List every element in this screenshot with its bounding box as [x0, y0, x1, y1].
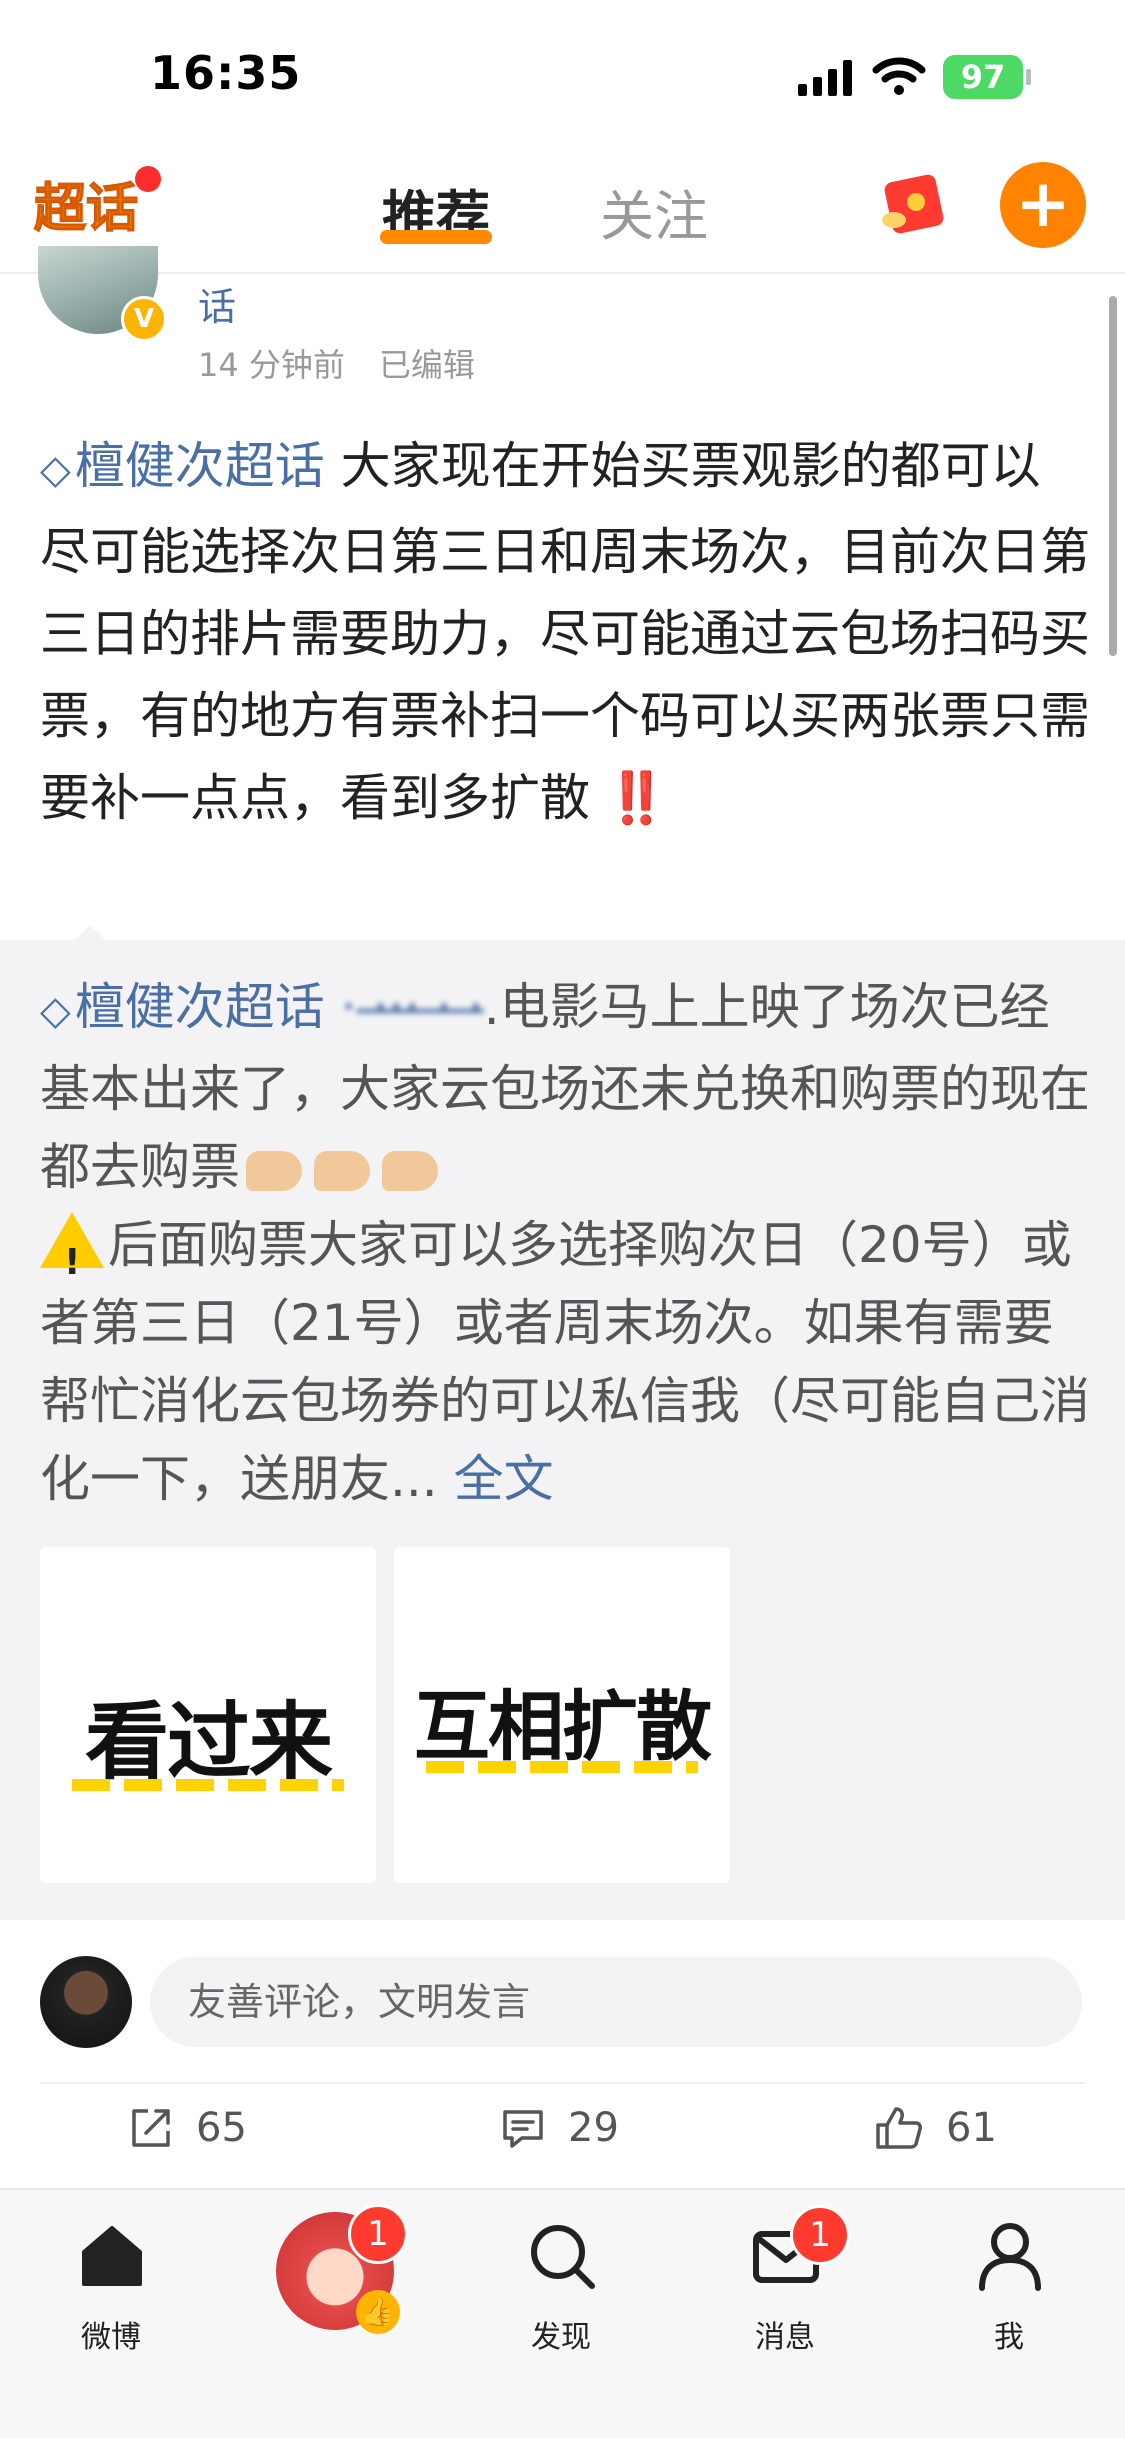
cellular-signal-icon: [798, 60, 852, 96]
like-button[interactable]: 61: [874, 2105, 997, 2151]
double-exclamation-icon: ‼️: [605, 769, 669, 827]
comment-icon: [503, 2110, 543, 2148]
pointing-hand-icon: [382, 1150, 438, 1191]
warning-mark: !: [64, 1242, 81, 1283]
user-avatar[interactable]: [40, 1956, 132, 2048]
image-underline: [426, 1761, 698, 1773]
repost-text-2: 后面购票大家可以多选择购次日（20号）或者第三日（21号）或者周末场次。如果有需…: [40, 1216, 1090, 1508]
post-text: 大家现在开始买票观影的都可以尽可能选择次日第三日和周末场次，目前次日第三日的排片…: [40, 437, 1090, 827]
comment-button[interactable]: 29: [500, 2105, 619, 2151]
pointing-hand-icon: [246, 1150, 302, 1191]
thumbs-up-icon: [876, 2107, 922, 2149]
comment-count: 29: [568, 2105, 619, 2151]
battery-indicator: 97: [943, 55, 1031, 99]
topic-label: 檀健次超话: [74, 437, 325, 495]
status-time: 16:35: [150, 46, 302, 100]
nav-discover-label: 发现: [531, 2320, 591, 2355]
repost-count: 65: [196, 2105, 247, 2151]
author-name[interactable]: 话: [198, 276, 236, 331]
like-count: 61: [946, 2105, 997, 2151]
notification-dot: [135, 166, 161, 192]
pointing-hand-icon: [314, 1150, 370, 1191]
warning-icon: !: [40, 1212, 104, 1283]
user-icon: [979, 2223, 1041, 2291]
repost-image-2[interactable]: 互相扩散: [394, 1547, 730, 1883]
post-body: ◇檀健次超话 大家现在开始买票观影的都可以尽可能选择次日第三日和周末场次，目前次…: [40, 425, 1090, 839]
repost-image-1[interactable]: 看过来: [40, 1547, 376, 1883]
svg-text:超话: 超话: [34, 179, 138, 239]
repost-topic-link[interactable]: ◇檀健次超话: [40, 978, 325, 1036]
image-text: 看过来: [84, 1693, 333, 1791]
post-meta: 14 分钟前 已编辑: [198, 340, 509, 386]
active-tab-indicator: [380, 230, 492, 244]
topic-link[interactable]: ◇檀健次超话: [40, 437, 325, 495]
divider: [40, 2082, 1085, 2084]
add-button[interactable]: +: [1000, 162, 1086, 248]
red-envelope-icon[interactable]: [880, 172, 948, 236]
edited-label: 已编辑: [378, 346, 475, 384]
search-icon: [531, 2225, 595, 2289]
blurred-username: · ·̶̶̶̶·̶̶·̶ ·̶̶̶̶ ·̶̶: [340, 978, 484, 1036]
comment-input[interactable]: 友善评论，文明发言: [150, 1957, 1082, 2047]
chaohua-logo[interactable]: 超话: [30, 168, 140, 244]
repost-body[interactable]: ◇檀健次超话 · ·̶̶̶̶·̶̶·̶ ·̶̶̶̶ ·̶̶.电影马上上映了场次已…: [40, 968, 1090, 1518]
image-text: 互相扩散: [414, 1682, 712, 1771]
nav-me-label: 我: [994, 2320, 1024, 2355]
diamond-icon: ◇: [40, 988, 71, 1034]
verified-badge-icon: V: [121, 296, 167, 342]
thumbs-up-icon: 👍: [356, 2290, 400, 2334]
wifi-icon: [872, 57, 926, 95]
post-time: 14 分钟前: [198, 346, 345, 384]
header-divider: [0, 272, 1125, 274]
full-text-link[interactable]: 全文: [454, 1450, 554, 1508]
nav-messages-label: 消息: [755, 2320, 815, 2355]
image-underline: [72, 1779, 344, 1791]
nav-home-label: 微博: [81, 2320, 141, 2355]
diamond-icon: ◇: [40, 447, 71, 493]
share-icon: [132, 2109, 170, 2147]
repost-button[interactable]: 65: [128, 2105, 247, 2151]
home-icon: [82, 2226, 142, 2286]
messages-badge: 1: [790, 2205, 850, 2265]
notification-badge: 1: [348, 2204, 408, 2264]
repost-topic-label: 檀健次超话: [74, 978, 325, 1036]
scrollbar[interactable]: [1109, 296, 1117, 656]
tab-following[interactable]: 关注: [600, 172, 708, 251]
